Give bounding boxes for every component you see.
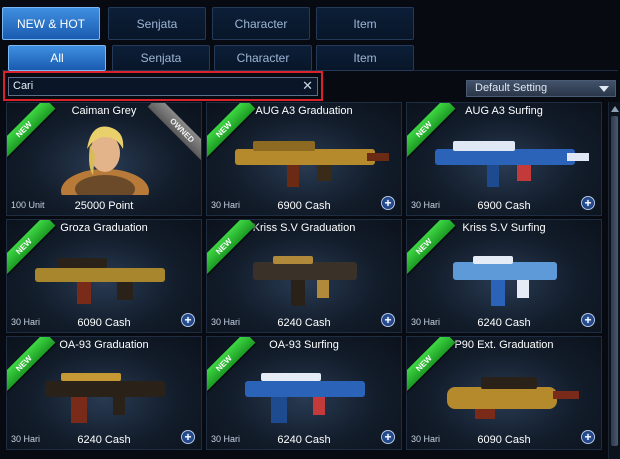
sort-selected-label: Default Setting (475, 82, 548, 94)
subtab-senjata[interactable]: Senjata (112, 45, 210, 71)
chevron-down-icon[interactable] (599, 86, 609, 92)
add-icon[interactable]: + (581, 196, 595, 210)
item-grid: Caiman Grey NEW OWNED 100 Unit 25000 Poi… (6, 102, 606, 459)
character-portrait-icon (17, 119, 193, 213)
add-icon[interactable]: + (181, 430, 195, 444)
add-icon[interactable]: + (381, 313, 395, 327)
item-card[interactable]: P90 Ext. Graduation NEW 30 Hari 6090 Cas… (406, 336, 602, 450)
item-card[interactable]: Caiman Grey NEW OWNED 100 Unit 25000 Poi… (6, 102, 202, 216)
close-icon[interactable]: ✕ (302, 79, 313, 93)
tab-new-hot[interactable]: NEW & HOT (2, 7, 100, 40)
add-icon[interactable]: + (181, 313, 195, 327)
smg-icon (417, 353, 593, 429)
tab-senjata[interactable]: Senjata (108, 7, 206, 40)
scroll-thumb[interactable] (611, 116, 618, 446)
smg-icon (217, 353, 393, 429)
item-price: 6240 Cash (477, 317, 531, 329)
sub-tabbar: All Senjata Character Item (2, 45, 618, 71)
item-card[interactable]: OA-93 Surfing NEW 30 Hari 6240 Cash + (206, 336, 402, 450)
subtab-character[interactable]: Character (214, 45, 312, 71)
item-price: 6900 Cash (477, 200, 531, 212)
subtab-all[interactable]: All (8, 45, 106, 71)
item-price: 6240 Cash (77, 434, 131, 446)
search-input[interactable]: Cari (8, 77, 318, 96)
smg-icon (417, 236, 593, 312)
item-price: 6900 Cash (277, 200, 331, 212)
rifle-icon (17, 236, 193, 312)
item-price: 6090 Cash (77, 317, 131, 329)
item-price: 6090 Cash (477, 434, 531, 446)
item-price: 6240 Cash (277, 434, 331, 446)
item-card[interactable]: OA-93 Graduation NEW 30 Hari 6240 Cash + (6, 336, 202, 450)
smg-icon (217, 236, 393, 312)
add-icon[interactable]: + (581, 430, 595, 444)
tab-item[interactable]: Item (316, 7, 414, 40)
subtab-item[interactable]: Item (316, 45, 414, 71)
sort-dropdown[interactable]: Default Setting (466, 80, 616, 97)
add-icon[interactable]: + (381, 196, 395, 210)
smg-icon (17, 353, 193, 429)
add-icon[interactable]: + (381, 430, 395, 444)
item-card[interactable]: Groza Graduation NEW 30 Hari 6090 Cash + (6, 219, 202, 333)
rifle-icon (417, 119, 593, 195)
main-tabbar: NEW & HOT Senjata Character Item (2, 7, 618, 41)
item-card[interactable]: Kriss S.V Graduation NEW 30 Hari 6240 Ca… (206, 219, 402, 333)
add-icon[interactable]: + (581, 313, 595, 327)
scroll-up-arrow-icon[interactable] (611, 106, 619, 112)
vertical-scrollbar[interactable] (608, 102, 620, 459)
item-price: 25000 Point (74, 200, 134, 212)
item-price: 6240 Cash (277, 317, 331, 329)
item-card[interactable]: AUG A3 Graduation NEW 30 Hari 6900 Cash … (206, 102, 402, 216)
tab-character[interactable]: Character (212, 7, 310, 40)
search-highlight: Cari ✕ (3, 71, 323, 101)
item-card[interactable]: Kriss S.V Surfing NEW 30 Hari 6240 Cash … (406, 219, 602, 333)
item-card[interactable]: AUG A3 Surfing NEW 30 Hari 6900 Cash + (406, 102, 602, 216)
rifle-icon (217, 119, 393, 195)
